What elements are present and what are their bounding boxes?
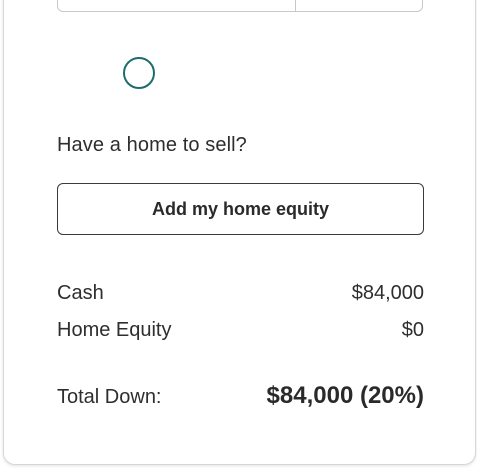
cash-label: Cash xyxy=(57,282,104,304)
home-sale-question: Have a home to sell? xyxy=(57,134,247,156)
option-radio[interactable] xyxy=(123,57,155,89)
total-down-row: Total Down: $84,000 (20%) xyxy=(57,382,424,410)
total-down-label: Total Down: xyxy=(57,386,162,408)
cash-value: $84,000 xyxy=(351,282,424,304)
cash-row: Cash $84,000 xyxy=(57,282,424,305)
home-equity-label: Home Equity xyxy=(57,319,172,341)
input-divider xyxy=(295,0,296,11)
add-home-equity-button[interactable]: Add my home equity xyxy=(57,183,424,235)
home-equity-row: Home Equity $0 xyxy=(57,319,424,342)
total-down-value: $84,000 (20%) xyxy=(266,382,424,409)
home-equity-value: $0 xyxy=(401,319,424,341)
down-payment-input-group[interactable] xyxy=(57,0,423,12)
